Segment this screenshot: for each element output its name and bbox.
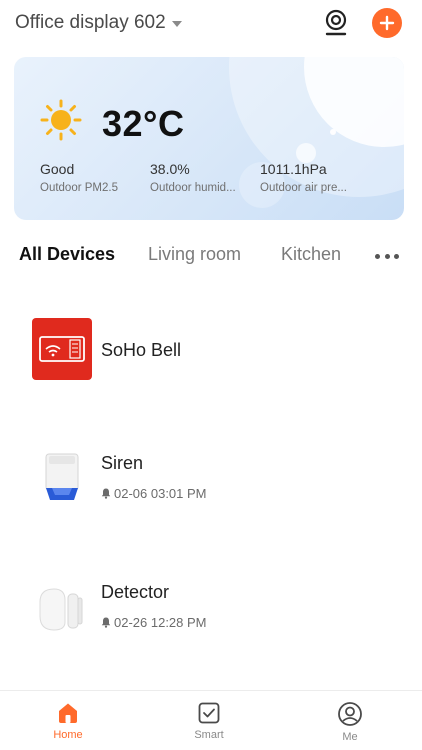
camera-icon[interactable]: [323, 9, 349, 37]
metric-value: Good: [40, 161, 75, 177]
metric-pm25: Good Outdoor PM2.5: [40, 161, 118, 194]
more-dots-icon[interactable]: [375, 254, 399, 260]
device-status: 02-06 03:01 PM: [101, 486, 207, 501]
home-icon: [59, 703, 77, 723]
device-item-soho-bell[interactable]: SoHo Bell: [0, 315, 422, 405]
plus-icon: [379, 15, 395, 31]
detector-icon: [39, 588, 83, 631]
decor-bubble: [330, 129, 336, 135]
metric-label: Outdoor PM2.5: [40, 182, 118, 194]
tab-kitchen[interactable]: Kitchen: [281, 244, 341, 265]
bell-icon: [101, 488, 111, 499]
nav-label: Me: [342, 731, 358, 743]
caret-down-icon: [171, 21, 182, 27]
nav-me[interactable]: Me: [315, 701, 385, 743]
metric-humidity: 38.0% Outdoor humid...: [150, 161, 236, 194]
smart-icon: [198, 702, 220, 724]
doorbell-icon: [32, 318, 92, 380]
device-name: SoHo Bell: [101, 340, 182, 360]
decor-bubble: [296, 143, 316, 163]
nav-label: Smart: [194, 729, 224, 741]
metric-label: Outdoor humid...: [150, 182, 236, 194]
temperature: 32°C: [102, 103, 185, 144]
tab-living-room[interactable]: Living room: [148, 244, 241, 265]
device-status: 02-26 12:28 PM: [101, 615, 207, 630]
metric-value: 38.0%: [150, 161, 190, 177]
home-selector[interactable]: Office display 602: [15, 12, 182, 34]
sun-icon: [40, 99, 82, 141]
bottom-nav: Home Smart Me: [0, 690, 422, 750]
nav-home[interactable]: Home: [33, 701, 103, 741]
me-icon: [338, 702, 362, 726]
room-tabs: All Devices Living room Kitchen: [0, 244, 422, 270]
bell-icon: [101, 617, 111, 628]
home-name: Office display 602: [15, 12, 166, 33]
metric-air-pressure: 1011.1hPa Outdoor air pre...: [260, 161, 347, 194]
device-item-detector[interactable]: Detector 02-26 12:28 PM: [0, 572, 422, 662]
tab-all-devices[interactable]: All Devices: [19, 244, 115, 265]
device-name: Detector: [101, 582, 170, 602]
device-item-siren[interactable]: Siren 02-06 03:01 PM: [0, 442, 422, 532]
siren-icon: [45, 453, 79, 500]
device-timestamp: 02-06 03:01 PM: [114, 486, 207, 501]
metric-label: Outdoor air pre...: [260, 182, 347, 194]
header: Office display 602: [0, 0, 422, 50]
weather-card[interactable]: 32°C Good Outdoor PM2.5 38.0% Outdoor hu…: [14, 57, 404, 220]
nav-label: Home: [53, 729, 83, 741]
nav-smart[interactable]: Smart: [174, 701, 244, 741]
device-timestamp: 02-26 12:28 PM: [114, 615, 207, 630]
metric-value: 1011.1hPa: [260, 161, 327, 177]
add-device-button[interactable]: [372, 8, 402, 38]
device-name: Siren: [101, 453, 144, 473]
